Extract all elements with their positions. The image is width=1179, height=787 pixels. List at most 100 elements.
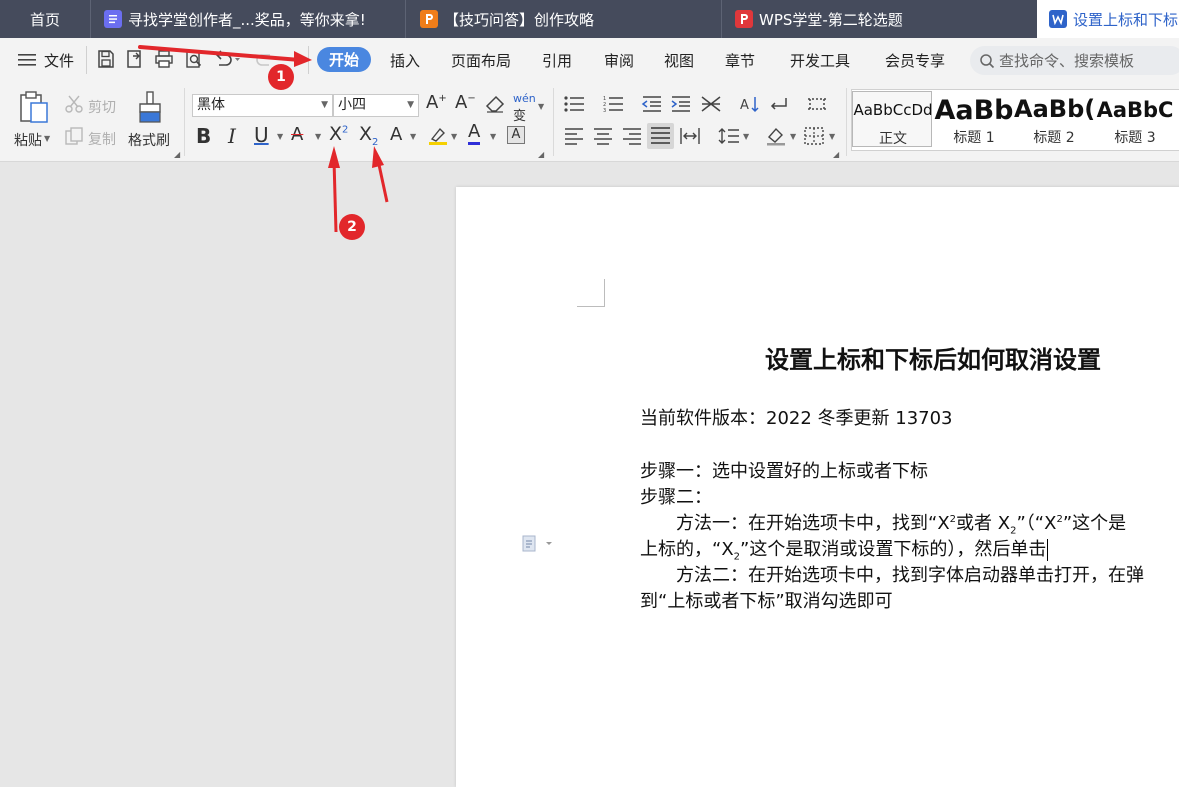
align-left-icon[interactable]	[564, 127, 584, 149]
print-preview-icon[interactable]	[184, 49, 204, 73]
chevron-down-icon[interactable]: ▼	[790, 132, 796, 141]
strikethrough-icon[interactable]: A	[291, 124, 303, 145]
format-painter-icon[interactable]	[137, 90, 163, 128]
annotation-badge-1: 1	[268, 64, 294, 90]
superscript-icon[interactable]: X2	[329, 123, 348, 145]
paste-button[interactable]: 粘贴	[14, 130, 42, 150]
underline-icon[interactable]: U	[254, 123, 269, 147]
tab-home[interactable]: 首页	[0, 0, 90, 38]
font-color-icon[interactable]: A	[468, 122, 481, 145]
chevron-down-icon[interactable]: ▼	[490, 132, 496, 141]
style-sample: AaBb	[934, 95, 1014, 126]
chinese-layout-icon[interactable]	[700, 95, 722, 117]
increase-font-icon[interactable]: A+	[426, 92, 447, 113]
ribbon-toolbar: 粘贴 ▼ 剪切 复制 格式刷 ◢ 黑体 ▼ 小四 ▼ A+ A− wén 变 ▼ …	[0, 82, 1179, 162]
ribbon-divider	[553, 88, 554, 156]
menu-view[interactable]: 视图	[664, 50, 694, 71]
subscript-icon[interactable]: X2	[359, 123, 378, 148]
chevron-down-icon[interactable]: ▼	[451, 132, 457, 141]
tab-tips[interactable]: 【技巧问答】创作攻略	[420, 0, 710, 38]
menu-divider	[308, 46, 309, 74]
chevron-down-icon[interactable]: ▼	[538, 102, 544, 111]
tab-divider	[405, 0, 406, 38]
bullet-list-icon[interactable]	[564, 95, 586, 117]
menu-page-layout[interactable]: 页面布局	[451, 50, 511, 71]
tab-doc-creator-label: 寻找学堂创作者_...奖品，等你来拿!	[128, 10, 366, 29]
highlight-icon[interactable]	[428, 126, 448, 150]
style-label: 标题 2	[1033, 130, 1075, 146]
style-label: 标题 3	[1114, 130, 1156, 146]
menu-chapter[interactable]: 章节	[725, 50, 755, 71]
command-search-input[interactable]: 查找命令、搜索模板	[970, 46, 1179, 75]
tab-doc-creator[interactable]: 寻找学堂创作者_...奖品，等你来拿!	[104, 0, 394, 38]
style-heading-1[interactable]: AaBb 标题 1	[934, 91, 1014, 147]
style-sample: AaBbCcDd	[853, 101, 933, 119]
phonetic-guide-icon[interactable]: wén 变	[513, 92, 536, 124]
menu-file[interactable]: 文件	[44, 50, 74, 71]
hamburger-menu-icon[interactable]	[18, 52, 36, 66]
sort-icon[interactable]: A	[740, 95, 762, 117]
menu-insert[interactable]: 插入	[390, 50, 420, 71]
undo-icon[interactable]	[213, 49, 241, 73]
cut-icon	[64, 94, 84, 118]
borders-icon[interactable]	[804, 127, 824, 149]
font-name-value: 黑体	[197, 97, 225, 113]
style-label: 正文	[879, 131, 907, 147]
menu-dev-tools[interactable]: 开发工具	[790, 50, 850, 71]
margin-corner-mark	[577, 279, 605, 307]
numbered-list-icon[interactable]: 123	[603, 95, 625, 117]
tab-current-doc[interactable]: 设置上标和下标	[1037, 0, 1179, 38]
paste-dropdown-icon[interactable]: ▼	[44, 134, 50, 143]
align-right-icon[interactable]	[622, 127, 642, 149]
tab-tips-label: 【技巧问答】创作攻略	[444, 10, 595, 29]
character-border-icon[interactable]: A	[507, 126, 525, 144]
paste-icon[interactable]	[18, 90, 50, 128]
export-pdf-icon[interactable]	[125, 49, 145, 73]
format-painter-button[interactable]: 格式刷	[128, 130, 170, 150]
chevron-down-icon[interactable]: ▼	[277, 132, 283, 141]
paragraph-tools-icon[interactable]	[522, 535, 554, 557]
font-size-value: 小四	[338, 97, 366, 113]
bold-icon[interactable]: B	[196, 124, 211, 148]
tab-divider	[90, 0, 91, 38]
decrease-font-icon[interactable]: A−	[455, 92, 476, 113]
dialog-launcher-icon[interactable]: ◢	[833, 150, 839, 159]
style-heading-2[interactable]: AaBb( 标题 2	[1014, 91, 1094, 147]
decrease-indent-icon[interactable]	[641, 95, 663, 117]
dialog-launcher-icon[interactable]: ◢	[538, 150, 544, 159]
style-sample: AaBb(	[1014, 95, 1094, 123]
print-icon[interactable]	[154, 49, 174, 73]
chevron-down-icon[interactable]: ▼	[829, 132, 835, 141]
table-tools-icon[interactable]	[806, 95, 828, 117]
menu-review[interactable]: 审阅	[604, 50, 634, 71]
align-center-icon[interactable]	[593, 127, 613, 149]
show-hide-marks-icon[interactable]	[768, 95, 790, 117]
clear-format-icon[interactable]	[485, 95, 505, 117]
save-icon[interactable]	[96, 49, 116, 73]
font-size-select[interactable]: 小四 ▼	[333, 94, 419, 117]
font-name-select[interactable]: 黑体 ▼	[192, 94, 333, 117]
method1-text-c: ”（“X	[1016, 513, 1057, 534]
style-heading-3[interactable]: AaBbC 标题 3	[1095, 91, 1179, 147]
distribute-icon[interactable]	[680, 127, 700, 149]
line-spacing-icon[interactable]	[718, 127, 740, 149]
chevron-down-icon[interactable]: ▼	[315, 132, 321, 141]
justify-icon[interactable]	[647, 123, 674, 149]
copy-button[interactable]: 复制	[88, 129, 116, 149]
chevron-down-icon[interactable]: ▼	[410, 132, 416, 141]
document-page[interactable]	[456, 187, 1179, 787]
dialog-launcher-icon[interactable]: ◢	[174, 150, 180, 159]
menu-home[interactable]: 开始	[317, 47, 371, 72]
tab-wps-topics[interactable]: WPS学堂-第二轮选题	[735, 0, 1025, 38]
style-normal[interactable]: AaBbCcDd 正文	[852, 91, 933, 147]
menu-reference[interactable]: 引用	[542, 50, 572, 71]
cut-button[interactable]: 剪切	[88, 97, 116, 117]
tab-home-label: 首页	[29, 10, 60, 29]
chevron-down-icon[interactable]: ▼	[743, 132, 749, 141]
method2-line: 方法二：在开始选项卡中，找到字体启动器单击打开，在弹	[676, 565, 1144, 586]
menu-member[interactable]: 会员专享	[885, 50, 945, 71]
text-effect-icon[interactable]: A	[390, 124, 402, 145]
shading-icon[interactable]	[765, 126, 787, 150]
italic-icon[interactable]: I	[228, 124, 236, 148]
increase-indent-icon[interactable]	[670, 95, 692, 117]
